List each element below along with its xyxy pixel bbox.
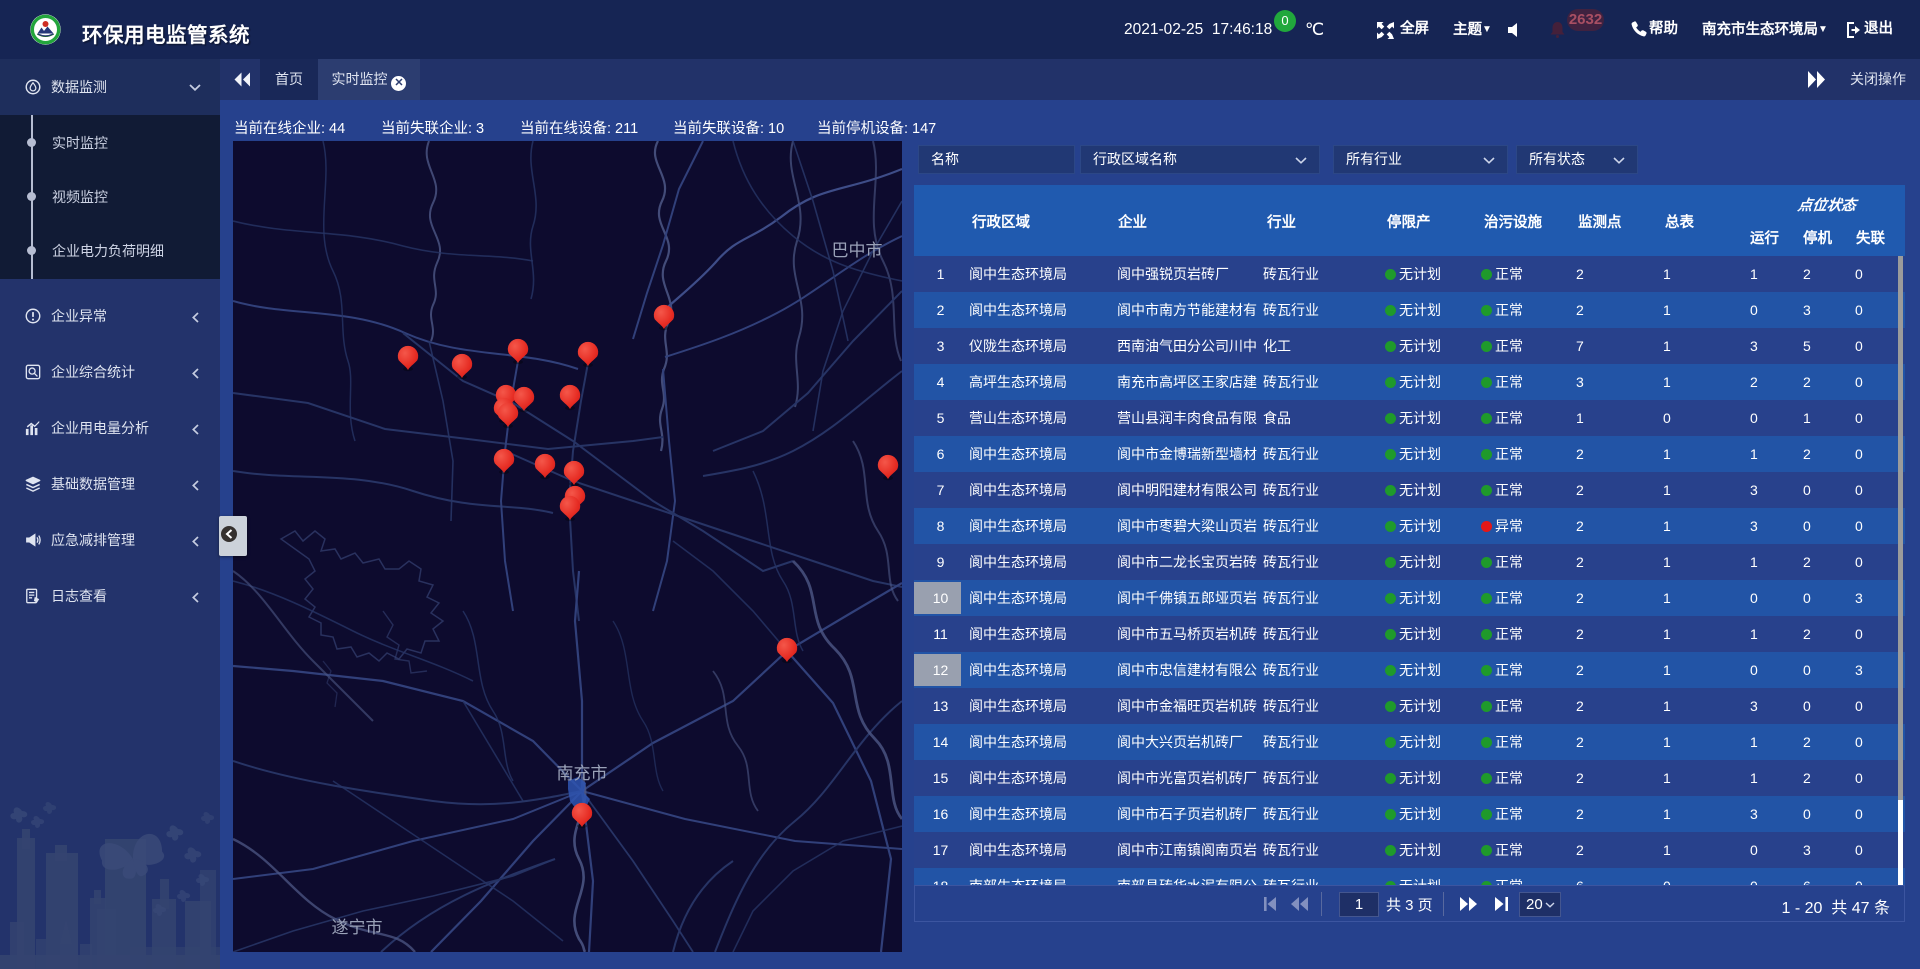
svg-text:南充市: 南充市 <box>557 764 608 783</box>
svg-text:巴中市: 巴中市 <box>832 241 883 260</box>
svg-text:遂宁市: 遂宁市 <box>332 918 383 937</box>
